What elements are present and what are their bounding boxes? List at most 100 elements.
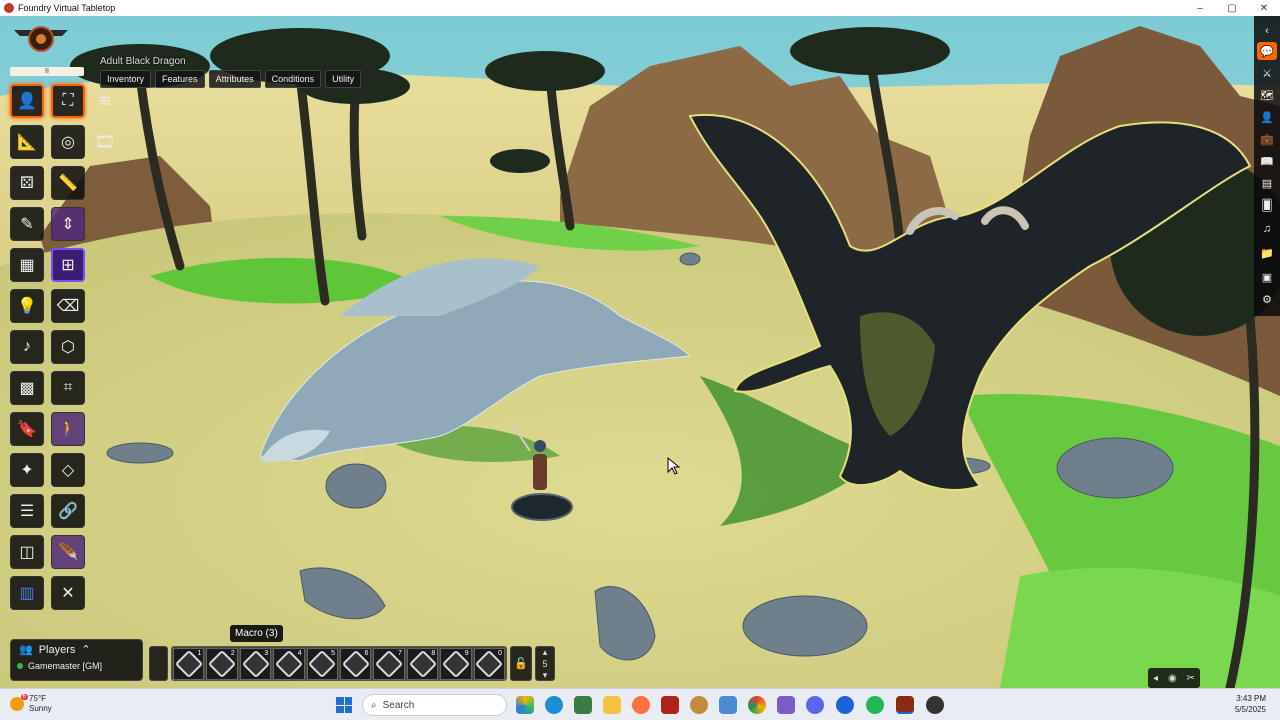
ruler-icon[interactable]: 📏	[51, 166, 85, 200]
taskbar-search[interactable]: ⌕ Search	[362, 694, 507, 716]
slot-number: 7	[397, 650, 402, 657]
game-canvas[interactable]	[0, 16, 1280, 688]
target-icon[interactable]: ◎	[51, 125, 85, 159]
measure-icon[interactable]: 📐	[10, 125, 44, 159]
notification-badge: 6	[20, 694, 28, 700]
elevation-icon[interactable]: ⇕	[51, 207, 85, 241]
copilot-icon[interactable]	[516, 696, 534, 714]
macro-slot[interactable]: 6	[340, 648, 372, 680]
players-header[interactable]: 👥 Players ⌃	[11, 640, 142, 659]
tools-icon[interactable]: ✂	[1187, 673, 1195, 684]
notes-icon[interactable]: ▣	[1257, 268, 1277, 286]
chat-icon[interactable]: 💬	[1257, 42, 1277, 60]
tab-utility[interactable]: Utility	[325, 70, 362, 88]
start-button[interactable]	[336, 697, 352, 713]
snipping-tool-icon[interactable]	[777, 696, 795, 714]
token-controls-icon[interactable]: 👤	[10, 84, 44, 118]
select-targets-icon[interactable]: ⛶	[51, 84, 85, 118]
macro-slot[interactable]: 0	[473, 648, 506, 680]
scenes-icon[interactable]: 🗺	[1257, 86, 1277, 104]
compendium-icon[interactable]: 📁	[1257, 244, 1277, 262]
compendium-icon[interactable]: ▥	[10, 576, 44, 610]
tab-conditions[interactable]: Conditions	[264, 70, 322, 88]
lightbulb-icon[interactable]: 💡	[10, 289, 44, 323]
scan-icon[interactable]: ⌗	[51, 371, 85, 405]
window-title: Foundry Virtual Tabletop	[18, 3, 116, 13]
actors-icon[interactable]: 👤	[1257, 108, 1277, 126]
pencil-icon[interactable]: ✎	[10, 207, 44, 241]
walk-icon[interactable]: 🚶	[51, 412, 85, 446]
tab-attributes[interactable]: Attributes	[208, 70, 261, 88]
collapse-icon[interactable]: ‹	[1257, 22, 1277, 40]
film-icon[interactable]: 🎞	[88, 125, 122, 159]
dice-icon[interactable]: ⚄	[10, 166, 44, 200]
hotbar-page-selector[interactable]: ▴ 5 ▾	[535, 646, 555, 681]
close-tool-icon[interactable]: ✕	[51, 576, 85, 610]
token-action-tabs: Inventory Features Attributes Conditions…	[100, 70, 362, 88]
music-icon[interactable]: ♪	[10, 330, 44, 364]
bookmark-icon[interactable]: 🔖	[10, 412, 44, 446]
database-icon[interactable]: ≋	[88, 84, 122, 118]
tiles-icon[interactable]: ▩	[10, 371, 44, 405]
chevron-up-icon: ⌃	[81, 644, 91, 656]
tab-features[interactable]: Features	[155, 70, 205, 88]
spotify-icon[interactable]	[866, 696, 884, 714]
maximize-button[interactable]: ▢	[1216, 3, 1248, 14]
player-row-gm: Gamemaster [GM]	[11, 659, 142, 673]
link-icon[interactable]: 🔗	[51, 494, 85, 528]
chevron-up-icon[interactable]: ▴	[543, 647, 548, 658]
online-status-icon	[17, 663, 23, 669]
hotbar-controls[interactable]	[149, 646, 168, 681]
players-label: Players	[38, 643, 76, 656]
discord-icon[interactable]	[806, 696, 824, 714]
macro-slot[interactable]: 8	[406, 648, 439, 680]
avatar[interactable]: ◉	[1168, 673, 1177, 684]
walls-icon[interactable]: ▦	[10, 248, 44, 282]
macro-slot[interactable]: 3	[239, 648, 272, 680]
layers-icon[interactable]: ◫	[10, 535, 44, 569]
edge-browser-icon[interactable]	[545, 696, 563, 714]
cube-icon[interactable]: ⬡	[51, 330, 85, 364]
macro-slot[interactable]: 4	[273, 648, 305, 680]
minimize-button[interactable]: –	[1184, 3, 1216, 14]
firefox-icon[interactable]	[632, 696, 650, 714]
list-icon[interactable]: ☰	[10, 494, 44, 528]
hotbar-lock-icon[interactable]: 🔓	[510, 646, 532, 681]
playlists-icon[interactable]: ♫	[1257, 220, 1277, 238]
slot-number: 0	[498, 650, 503, 657]
chevron-down-icon[interactable]: ▾	[543, 670, 548, 681]
macro-slot[interactable]: 5	[306, 648, 339, 680]
tables-icon[interactable]: ▤	[1257, 174, 1277, 192]
settings-gear-icon[interactable]	[690, 696, 708, 714]
obs-icon[interactable]	[926, 696, 944, 714]
messaging-icon[interactable]	[836, 696, 854, 714]
macro-slot[interactable]: 2	[206, 648, 238, 680]
players-panel[interactable]: 👥 Players ⌃ Gamemaster [GM]	[10, 639, 143, 681]
chrome-icon[interactable]	[748, 696, 766, 714]
combat-icon[interactable]: ⚔	[1257, 64, 1277, 82]
regions-icon[interactable]: ◇	[51, 453, 85, 487]
foundry-logo[interactable]	[10, 22, 72, 58]
items-icon[interactable]: 💼	[1257, 130, 1277, 148]
settings-icon[interactable]: ⚙	[1257, 290, 1277, 308]
calculator-icon[interactable]	[574, 696, 592, 714]
weather-widget[interactable]: 6 75°F Sunny	[10, 694, 52, 714]
macro-slot[interactable]: 1	[173, 648, 205, 680]
feather-icon[interactable]: 🪶	[51, 535, 85, 569]
macro-slot[interactable]: 7	[373, 648, 405, 680]
caret-left-icon[interactable]: ◂	[1153, 673, 1158, 684]
eraser-icon[interactable]: ⌫	[51, 289, 85, 323]
cards-icon[interactable]: 🂠	[1257, 196, 1277, 214]
system-clock[interactable]: 3:43 PM 5/5/2025	[1216, 693, 1266, 715]
foundry-taskbar-icon[interactable]	[896, 696, 914, 714]
macro-slot[interactable]: 9	[440, 648, 472, 680]
close-window-button[interactable]: ✕	[1248, 3, 1280, 14]
magic-wand-icon[interactable]: ✦	[10, 453, 44, 487]
file-explorer-icon[interactable]	[603, 696, 621, 714]
slot-number: 1	[197, 650, 202, 657]
filezilla-icon[interactable]	[661, 696, 679, 714]
journal-icon[interactable]: 📖	[1257, 152, 1277, 170]
macro-hotbar: 1 2 3 4 5 6 7 8 9 0	[171, 646, 507, 681]
notepad-icon[interactable]	[719, 696, 737, 714]
grid-icon[interactable]: ⊞	[51, 248, 85, 282]
